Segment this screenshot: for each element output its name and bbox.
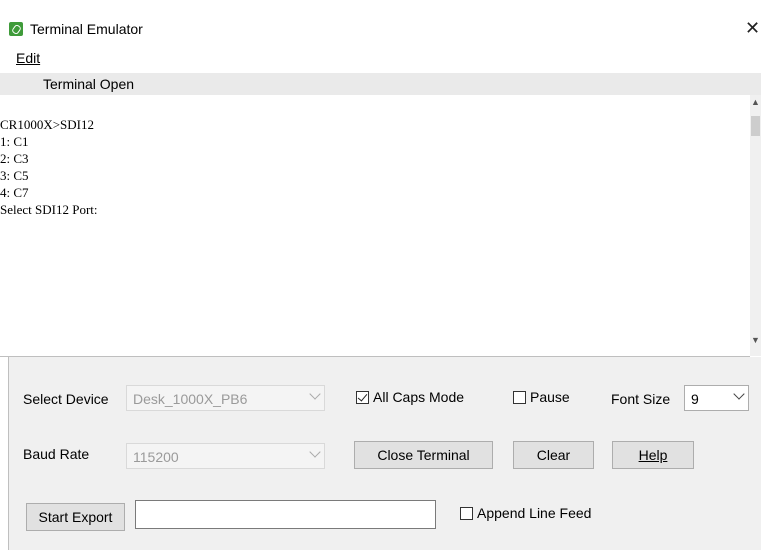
terminal-line: 3: C5: [0, 168, 29, 183]
all-caps-checkbox[interactable]: All Caps Mode: [356, 389, 464, 405]
baud-rate-value: 115200: [133, 449, 179, 465]
help-button[interactable]: Help: [612, 441, 694, 469]
close-terminal-button[interactable]: Close Terminal: [354, 441, 493, 469]
control-panel: Select Device Desk_1000X_PB6 All Caps Mo…: [8, 357, 761, 550]
scrollbar-thumb[interactable]: [751, 116, 760, 136]
append-line-feed-checkbox[interactable]: Append Line Feed: [460, 505, 591, 521]
window-title: Terminal Emulator: [30, 21, 143, 37]
app-icon: [9, 22, 23, 36]
menu-bar: Edit: [0, 50, 761, 72]
terminal-emulator-window: Terminal Emulator ✕ Edit Terminal Open C…: [0, 0, 761, 550]
start-export-button[interactable]: Start Export: [26, 503, 125, 531]
export-path-input[interactable]: [135, 500, 436, 529]
select-device-dropdown[interactable]: Desk_1000X_PB6: [126, 385, 325, 411]
select-device-label: Select Device: [23, 391, 109, 407]
append-line-feed-label: Append Line Feed: [477, 505, 592, 521]
font-size-dropdown[interactable]: 9: [684, 385, 749, 411]
terminal-text: CR1000X>SDI12 1: C1 2: C3 3: C5 4: C7 Se…: [0, 116, 98, 218]
terminal-output[interactable]: CR1000X>SDI12 1: C1 2: C3 3: C5 4: C7 Se…: [0, 95, 750, 357]
clear-button[interactable]: Clear: [513, 441, 594, 469]
chevron-down-icon: [309, 388, 321, 400]
checkbox-icon: [460, 506, 473, 520]
all-caps-label: All Caps Mode: [373, 389, 465, 405]
checkbox-icon: [513, 390, 526, 404]
help-button-label: Help: [638, 447, 668, 463]
chevron-down-icon: [309, 446, 321, 458]
chevron-down-icon: [733, 388, 745, 400]
pause-label: Pause: [530, 389, 570, 405]
terminal-status-text: Terminal Open: [43, 76, 135, 92]
chevron-down-icon[interactable]: ▼: [750, 335, 761, 349]
terminal-scrollbar[interactable]: ▲ ▼: [750, 95, 761, 356]
terminal-line: 4: C7: [0, 185, 29, 200]
terminal-line: 2: C3: [0, 151, 29, 166]
menu-edit[interactable]: Edit: [16, 50, 40, 66]
terminal-line: CR1000X>SDI12: [0, 117, 95, 132]
close-icon[interactable]: ✕: [745, 18, 760, 38]
select-device-value: Desk_1000X_PB6: [133, 391, 248, 407]
checkbox-checked-icon: [356, 390, 369, 404]
font-size-label: Font Size: [611, 391, 671, 407]
font-size-value: 9: [691, 391, 699, 407]
baud-rate-label: Baud Rate: [23, 446, 90, 462]
chevron-up-icon[interactable]: ▲: [750, 97, 761, 111]
terminal-line: Select SDI12 Port:: [0, 202, 98, 217]
terminal-line: 1: C1: [0, 134, 29, 149]
menu-edit-label: Edit: [16, 50, 41, 66]
pause-checkbox[interactable]: Pause: [513, 389, 570, 405]
title-bar: Terminal Emulator ✕: [0, 0, 761, 38]
baud-rate-dropdown[interactable]: 115200: [126, 443, 325, 469]
status-strip: Terminal Open: [0, 73, 761, 95]
